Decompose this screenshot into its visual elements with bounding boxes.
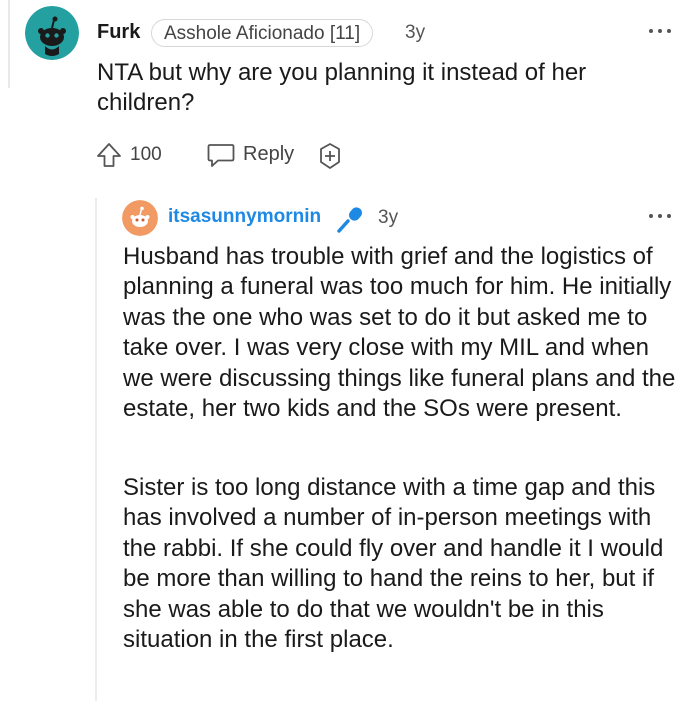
thread-edge-line	[8, 0, 10, 88]
comment-paragraph: Husband has trouble with grief and the l…	[123, 243, 676, 423]
comment-age: 3y	[405, 22, 426, 43]
comment-body: NTA but why are you planning it instead …	[97, 59, 587, 116]
microphone-icon	[335, 204, 367, 241]
more-options-icon[interactable]	[649, 28, 675, 36]
more-options-icon[interactable]	[649, 213, 675, 221]
vote-count: 100	[130, 144, 162, 165]
user-avatar-furk[interactable]	[25, 6, 79, 60]
user-avatar-itsasunnymornin[interactable]	[122, 200, 158, 236]
comment-author[interactable]: Furk	[97, 21, 140, 44]
user-flair-badge: Asshole Aficionado [11]	[151, 19, 374, 47]
snoo-avatar-icon	[25, 6, 79, 60]
reply-button[interactable]: Reply	[243, 143, 294, 166]
reply-bubble-icon[interactable]	[206, 141, 236, 174]
thread-line[interactable]	[95, 198, 97, 701]
snoo-avatar-icon	[122, 200, 158, 236]
award-add-icon[interactable]	[315, 142, 345, 175]
comment-paragraph: Sister is too long distance with a time …	[123, 474, 664, 654]
comment-actions-bar: 100 Reply	[95, 138, 395, 172]
comment-author[interactable]: itsasunnymornin	[168, 206, 321, 228]
upvote-arrow-icon[interactable]	[95, 141, 123, 174]
comment-age: 3y	[378, 207, 399, 228]
